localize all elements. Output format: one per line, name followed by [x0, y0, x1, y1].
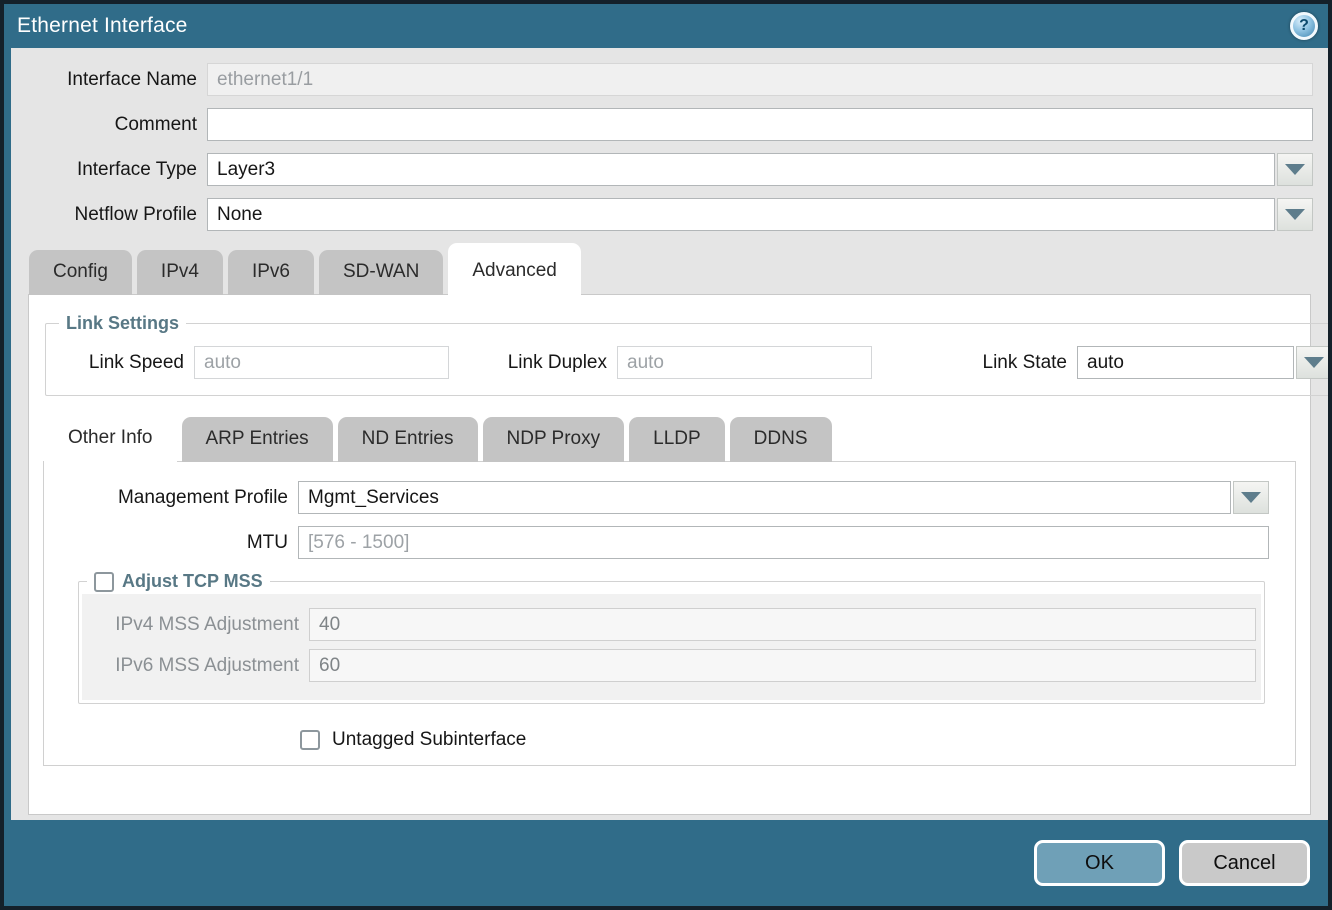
chevron-down-icon: [1285, 209, 1305, 220]
link-settings-legend: Link Settings: [66, 313, 179, 333]
ipv6-mss-row: IPv6 MSS Adjustment: [87, 649, 1256, 682]
dialog-footer: OK Cancel: [4, 820, 1328, 906]
tab-ipv4[interactable]: IPv4: [137, 250, 223, 295]
dialog-title: Ethernet Interface: [17, 14, 188, 38]
interface-type-select[interactable]: Layer3: [207, 153, 1313, 186]
chevron-down-icon: [1285, 164, 1305, 175]
link-speed-input: [194, 346, 449, 379]
adjust-tcp-mss-fieldset: Adjust TCP MSS IPv4 MSS Adjustment IPv6 …: [78, 571, 1265, 704]
chevron-down-icon: [1241, 492, 1261, 503]
interface-name-input: [207, 63, 1313, 96]
mtu-input[interactable]: [298, 526, 1269, 559]
management-profile-row: Management Profile Mgmt_Services: [70, 481, 1269, 514]
netflow-profile-dropdown-button[interactable]: [1277, 198, 1313, 231]
interface-type-dropdown-button[interactable]: [1277, 153, 1313, 186]
help-icon[interactable]: ?: [1290, 12, 1318, 40]
tab-advanced[interactable]: Advanced: [448, 243, 581, 295]
ipv4-mss-label: IPv4 MSS Adjustment: [87, 614, 309, 636]
link-state-dropdown-button[interactable]: [1296, 346, 1328, 379]
tab-ndp-proxy[interactable]: NDP Proxy: [483, 417, 625, 462]
netflow-profile-row: Netflow Profile None: [11, 198, 1328, 231]
ok-button[interactable]: OK: [1034, 840, 1165, 886]
link-settings-row: Link Speed Link Duplex Link State auto: [54, 338, 1328, 379]
tab-sd-wan[interactable]: SD-WAN: [319, 250, 443, 295]
ipv6-mss-label: IPv6 MSS Adjustment: [87, 655, 309, 677]
ipv4-mss-row: IPv4 MSS Adjustment: [87, 608, 1256, 641]
netflow-profile-label: Netflow Profile: [11, 204, 207, 226]
tab-nd-entries[interactable]: ND Entries: [338, 417, 478, 462]
comment-label: Comment: [11, 114, 207, 136]
link-state-value[interactable]: auto: [1077, 346, 1294, 379]
tab-lldp[interactable]: LLDP: [629, 417, 725, 462]
mtu-label: MTU: [70, 532, 298, 554]
ipv6-mss-input: [309, 649, 1256, 682]
link-duplex-label: Link Duplex: [499, 352, 617, 374]
mtu-row: MTU: [70, 526, 1269, 559]
mss-disabled-area: IPv4 MSS Adjustment IPv6 MSS Adjustment: [82, 594, 1261, 700]
ethernet-interface-dialog: Ethernet Interface ? Interface Name Comm…: [0, 0, 1332, 910]
interface-name-row: Interface Name: [11, 63, 1328, 96]
untagged-subinterface-label: Untagged Subinterface: [332, 729, 526, 751]
main-tab-bar: Config IPv4 IPv6 SD-WAN Advanced: [11, 243, 1328, 295]
management-profile-select[interactable]: Mgmt_Services: [298, 481, 1269, 514]
management-profile-dropdown-button[interactable]: [1233, 481, 1269, 514]
tab-ipv6[interactable]: IPv6: [228, 250, 314, 295]
tab-arp-entries[interactable]: ARP Entries: [182, 417, 333, 462]
netflow-profile-value[interactable]: None: [207, 198, 1275, 231]
link-duplex-input: [617, 346, 872, 379]
comment-input[interactable]: [207, 108, 1313, 141]
link-settings-fieldset: Link Settings Link Speed Link Duplex Lin…: [45, 313, 1328, 396]
link-state-select[interactable]: auto: [1077, 346, 1328, 379]
management-profile-value[interactable]: Mgmt_Services: [298, 481, 1231, 514]
tab-ddns[interactable]: DDNS: [730, 417, 832, 462]
interface-name-label: Interface Name: [11, 69, 207, 91]
interface-type-value[interactable]: Layer3: [207, 153, 1275, 186]
adjust-tcp-mss-legend: Adjust TCP MSS: [122, 571, 263, 592]
advanced-tab-panel: Link Settings Link Speed Link Duplex Lin…: [28, 294, 1311, 815]
untagged-subinterface-checkbox[interactable]: [300, 730, 320, 750]
link-state-label: Link State: [977, 352, 1077, 374]
tab-config[interactable]: Config: [29, 250, 132, 295]
comment-row: Comment: [11, 108, 1328, 141]
cancel-button[interactable]: Cancel: [1179, 840, 1310, 886]
ipv4-mss-input: [309, 608, 1256, 641]
dialog-body: Interface Name Comment Interface Type La…: [11, 48, 1328, 820]
management-profile-label: Management Profile: [70, 487, 298, 509]
link-speed-label: Link Speed: [54, 352, 194, 374]
tab-other-info[interactable]: Other Info: [44, 410, 177, 462]
chevron-down-icon: [1304, 357, 1324, 368]
inner-tab-bar: Other Info ARP Entries ND Entries NDP Pr…: [29, 410, 1310, 462]
untagged-subinterface-row: Untagged Subinterface: [300, 729, 1269, 751]
interface-type-label: Interface Type: [11, 159, 207, 181]
other-info-panel: Management Profile Mgmt_Services MTU: [43, 461, 1296, 766]
netflow-profile-select[interactable]: None: [207, 198, 1313, 231]
adjust-tcp-mss-checkbox[interactable]: [94, 572, 114, 592]
titlebar: Ethernet Interface ?: [4, 4, 1328, 48]
interface-type-row: Interface Type Layer3: [11, 153, 1328, 186]
